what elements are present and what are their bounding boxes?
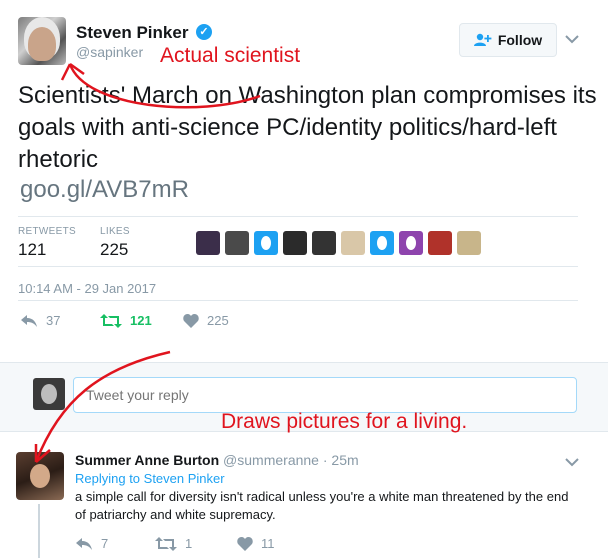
liker-avatar[interactable] [370, 231, 394, 255]
thread-line [38, 504, 40, 558]
reply-icon [76, 537, 92, 550]
retweet-action[interactable]: 1 [155, 536, 192, 551]
author-handle[interactable]: @sapinker [76, 44, 143, 60]
verified-badge-icon: ✓ [196, 24, 212, 40]
reply-header: Summer Anne Burton @summeranne · 25m [75, 452, 359, 468]
liker-avatar[interactable] [341, 231, 365, 255]
liker-avatar[interactable] [283, 231, 307, 255]
divider [18, 216, 578, 217]
reply-count: 37 [46, 313, 61, 328]
liker-avatars [196, 231, 481, 255]
annotation-top: Actual scientist [160, 44, 301, 67]
retweet-action[interactable]: 121 [100, 313, 152, 328]
tweet-timestamp[interactable]: 10:14 AM - 29 Jan 2017 [18, 281, 156, 296]
likes-count[interactable]: 225 [100, 240, 128, 260]
liker-avatar[interactable] [312, 231, 336, 255]
reply-author-avatar[interactable] [16, 452, 64, 500]
author-name[interactable]: Steven Pinker [76, 23, 188, 43]
reply-count: 7 [101, 536, 109, 551]
reply-icon [21, 314, 37, 327]
reply-input[interactable] [73, 377, 577, 413]
retweets-count[interactable]: 121 [18, 240, 46, 260]
reply-time[interactable]: · 25m [323, 452, 359, 468]
liker-avatar[interactable] [225, 231, 249, 255]
heart-icon [183, 313, 199, 328]
retweet-count: 1 [185, 536, 193, 551]
user-avatar[interactable] [33, 378, 65, 410]
chevron-down-icon[interactable] [565, 31, 579, 47]
divider [18, 266, 578, 267]
reply-author-handle[interactable]: @summeranne [223, 452, 319, 468]
liker-avatar[interactable] [428, 231, 452, 255]
author-avatar[interactable] [18, 17, 66, 65]
main-tweet: Steven Pinker ✓ @sapinker Follow Scienti… [0, 0, 608, 362]
reply-action[interactable]: 37 [20, 313, 60, 328]
replying-to[interactable]: Replying to Steven Pinker [75, 471, 225, 486]
like-count: 11 [261, 536, 275, 551]
retweet-icon [155, 536, 177, 551]
reply-author-name[interactable]: Summer Anne Burton [75, 452, 219, 468]
like-action[interactable]: 11 [237, 536, 275, 551]
tweet-text: Scientists' March on Washington plan com… [18, 82, 597, 173]
chevron-down-icon[interactable] [565, 454, 579, 472]
follow-button[interactable]: Follow [459, 23, 557, 57]
retweet-icon [100, 313, 122, 328]
tweet-link[interactable]: goo.gl/AVB7mR [20, 176, 189, 204]
retweets-label: RETWEETS [18, 226, 76, 237]
divider [18, 300, 578, 301]
add-user-icon [473, 33, 492, 46]
liker-avatar[interactable] [254, 231, 278, 255]
heart-icon [237, 536, 253, 551]
likes-label: LIKES [100, 226, 130, 237]
reply-text: a simple call for diversity isn't radica… [75, 489, 569, 522]
reply-action[interactable]: 7 [75, 536, 108, 551]
like-action[interactable]: 225 [183, 313, 229, 328]
liker-avatar[interactable] [196, 231, 220, 255]
like-count: 225 [207, 313, 229, 328]
annotation-bottom: Draws pictures for a living. [221, 410, 468, 433]
liker-avatar[interactable] [399, 231, 423, 255]
follow-label: Follow [497, 32, 543, 48]
retweet-count: 121 [130, 313, 152, 328]
liker-avatar[interactable] [457, 231, 481, 255]
